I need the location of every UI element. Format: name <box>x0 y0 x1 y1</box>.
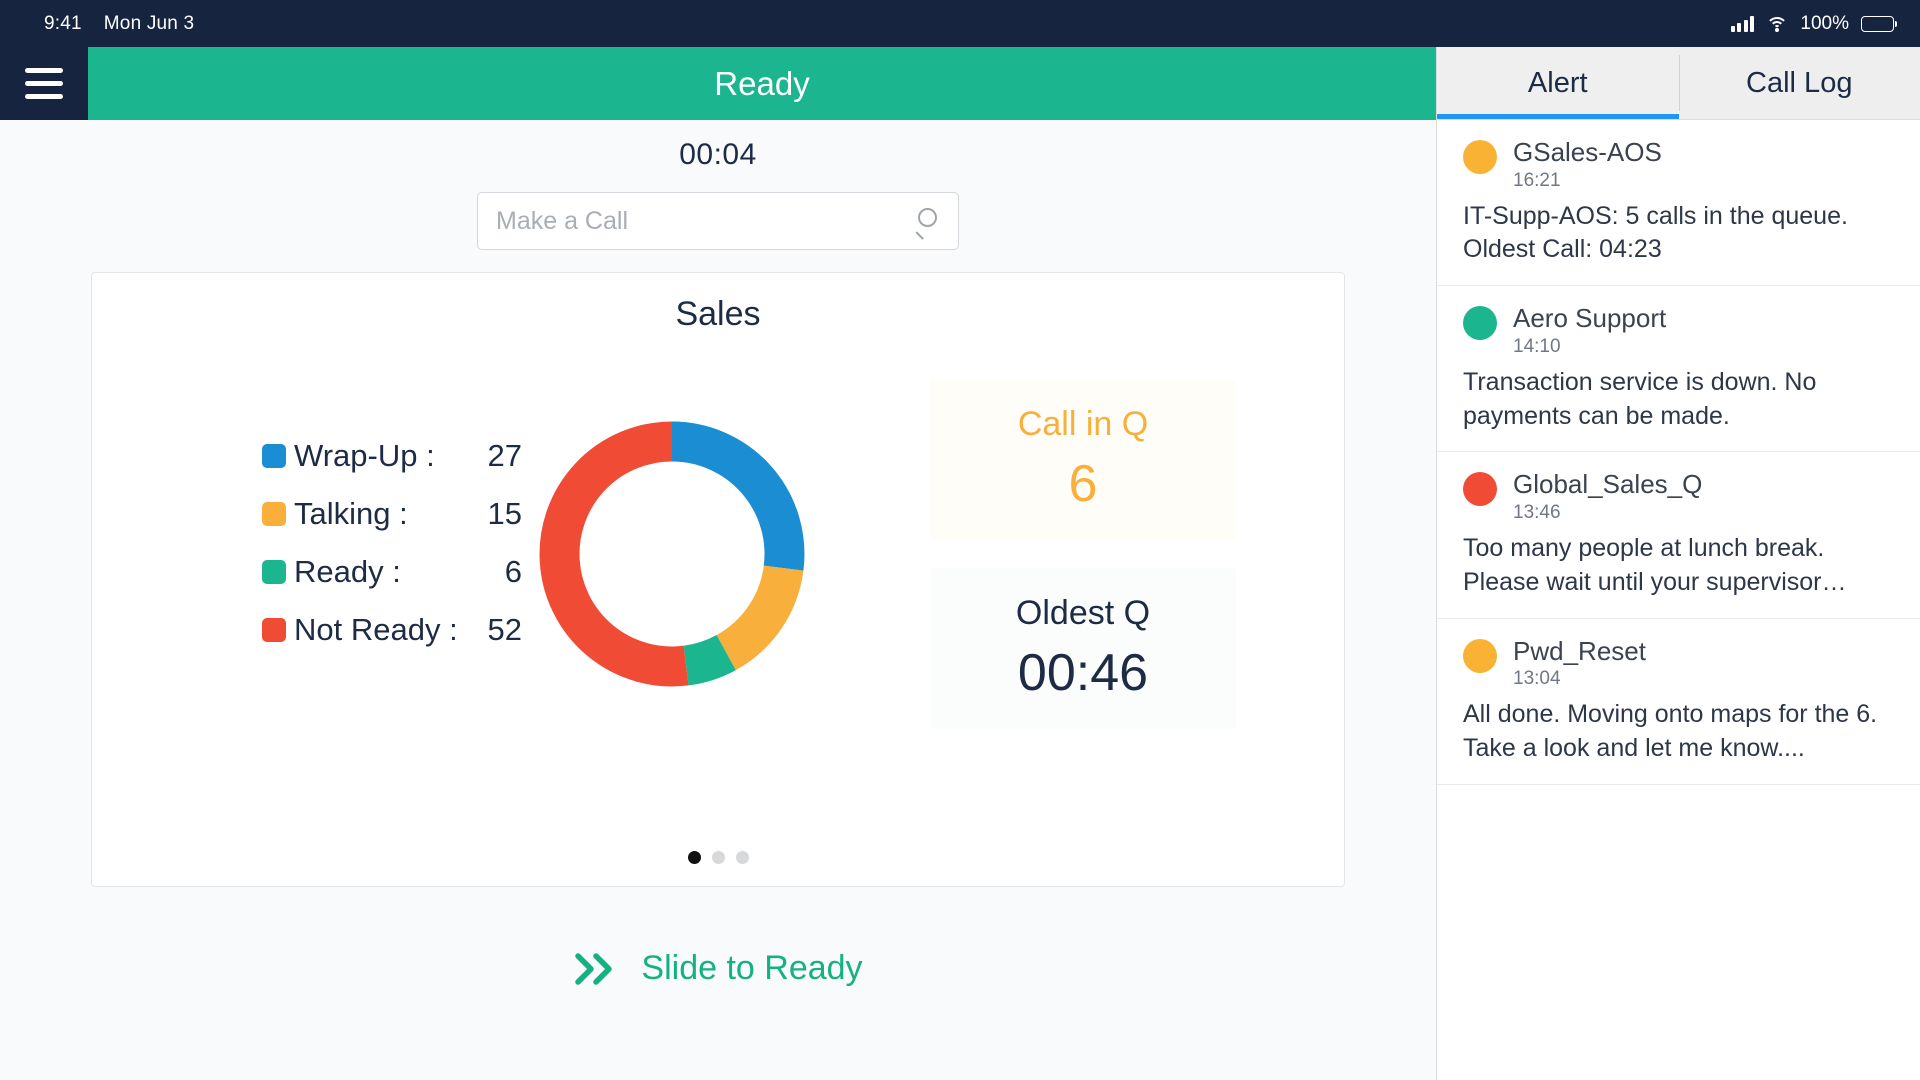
legend-label-ready: Ready : <box>294 554 401 589</box>
alert-message: All done. Moving onto maps for the 6. Ta… <box>1463 700 1878 762</box>
kpi-call-in-queue-value: 6 <box>1068 455 1098 513</box>
kpi-call-in-queue-label: Call in Q <box>1017 405 1149 443</box>
wifi-icon <box>1766 16 1789 32</box>
card-wrap: Sales Wrap-Up : 27 Talking : 15 Ready: … <box>0 250 1436 887</box>
tab-alert-label: Alert <box>1527 66 1588 99</box>
alert-header: Aero Support 14:10 <box>1463 303 1894 358</box>
kpi-column: Call in Q 6 Oldest Q 00:46 <box>822 379 1304 729</box>
donut-chart <box>539 421 805 687</box>
legend-value-ready: 6 <box>504 554 522 589</box>
legend-item-not-ready: Not Ready : 52 <box>262 612 522 648</box>
legend-swatch-not-ready <box>262 618 286 642</box>
side-panel-tabs: Alert Call Log <box>1437 47 1920 120</box>
alert-title: Pwd_Reset <box>1513 635 1646 666</box>
legend-value-talking: 15 <box>487 496 522 531</box>
pagination-dot[interactable] <box>687 851 701 864</box>
tab-call-log[interactable]: Call Log <box>1678 47 1920 119</box>
legend-swatch-ready <box>262 560 286 584</box>
alert-title: Aero Support <box>1513 303 1667 334</box>
donut-slice-wrap-up <box>671 421 805 571</box>
alert-timestamp: 13:46 <box>1513 502 1561 524</box>
pagination-dot[interactable] <box>735 851 749 864</box>
kpi-oldest-queue: Oldest Q 00:46 <box>930 568 1236 729</box>
app-top-bar: Ready <box>0 47 1436 120</box>
kpi-oldest-queue-label: Oldest Q <box>1015 594 1151 632</box>
alert-meta: Global_Sales_Q 13:46 <box>1513 469 1702 524</box>
alert-title: Global_Sales_Q <box>1513 469 1703 500</box>
legend-label-talking: Talking : <box>294 496 408 531</box>
legend-label-not-ready: Not Ready : <box>294 612 458 647</box>
legend-value-not-ready: 52 <box>487 612 522 647</box>
alert-header: Pwd_Reset 13:04 <box>1463 636 1894 691</box>
app-root: 9:41 Mon Jun 3 100% Ready 00:04 Make a C… <box>0 0 1920 1080</box>
donut-chart-wrap <box>522 406 822 702</box>
slide-to-ready-row: Slide to Ready <box>0 887 1436 1080</box>
alert-timestamp: 14:10 <box>1513 335 1561 357</box>
card-pagination-dots[interactable] <box>92 851 1344 864</box>
legend-swatch-wrap-up <box>262 444 286 468</box>
alert-title: GSales-AOS <box>1513 137 1662 167</box>
alert-message: Too many people at lunch break. Please w… <box>1463 534 1847 596</box>
alert-message: Transaction service is down. No payments… <box>1463 367 1817 430</box>
alert-list-item[interactable]: GSales-AOS 16:21 IT-Supp-AOS: 5 calls in t… <box>1437 120 1920 287</box>
agent-status-label: Ready <box>714 64 810 102</box>
alert-status-dot-icon <box>1463 306 1497 341</box>
hamburger-menu-icon <box>25 68 63 99</box>
battery-icon <box>1861 15 1897 32</box>
system-status-bar: 9:41 Mon Jun 3 100% <box>0 0 1920 47</box>
alert-list-item[interactable]: Pwd_Reset 13:04 All done. Moving onto maps… <box>1437 619 1920 785</box>
legend-value-wrap-up: 27 <box>487 438 522 473</box>
slide-to-ready-button[interactable]: Slide to Ready <box>573 949 863 988</box>
card-body: Wrap-Up : 27 Talking : 15 Ready : 6 Not … <box>92 334 1344 774</box>
chart-legend: Wrap-Up : 27 Talking : 15 Ready : 6 Not … <box>132 438 522 670</box>
alert-status-dot-icon <box>1463 638 1497 673</box>
alert-meta: Aero Support 14:10 <box>1513 303 1666 358</box>
alert-timestamp: 16:21 <box>1513 169 1561 191</box>
queue-stats-card: Sales Wrap-Up : 27 Talking : 15 Ready: … <box>91 272 1345 887</box>
alert-status-dot-icon <box>1463 472 1497 507</box>
hamburger-menu-button[interactable] <box>0 47 88 120</box>
tab-call-log-label: Call Log <box>1746 66 1853 99</box>
battery-percent-label: 100% <box>1800 12 1849 34</box>
status-bar-left: 9:41 Mon Jun 3 <box>26 13 194 35</box>
clock-date: Mon Jun 3 <box>103 12 195 34</box>
legend-swatch-talking <box>262 502 286 526</box>
alert-header: GSales-AOS 16:21 <box>1463 137 1894 192</box>
alert-timestamp: 13:04 <box>1513 668 1561 690</box>
search-row <box>0 180 1436 250</box>
search-input[interactable] <box>496 206 914 236</box>
donut-slice-not-ready <box>539 421 689 687</box>
body-wrapper: Ready 00:04 Sales <box>0 47 1920 1080</box>
donut-slice-ready <box>682 634 736 686</box>
main-pane: Ready 00:04 Sales <box>0 47 1437 1080</box>
alert-meta: GSales-AOS 16:21 <box>1513 137 1662 192</box>
donut-slice-talking <box>715 564 804 671</box>
legend-item-talking: Talking : 15 <box>262 496 522 532</box>
side-panel: Alert Call Log GSales-AOS 16:21 IT-Supp-AO… <box>1437 47 1920 1080</box>
search-icon[interactable] <box>914 208 940 240</box>
legend-item-wrap-up: Wrap-Up : 27 <box>262 438 522 474</box>
cellular-signal-icon <box>1730 15 1755 32</box>
legend-label-wrap-up: Wrap-Up : <box>294 438 435 473</box>
kpi-oldest-queue-value: 00:46 <box>1017 644 1149 702</box>
double-chevron-right-icon <box>573 952 619 986</box>
agent-status-bar[interactable]: Ready <box>88 47 1436 120</box>
status-bar-right: 100% <box>1730 12 1897 35</box>
slide-to-ready-label: Slide to Ready <box>641 949 863 987</box>
alert-meta: Pwd_Reset 13:04 <box>1513 636 1646 691</box>
tab-alert[interactable]: Alert <box>1437 47 1679 119</box>
alert-message: IT-Supp-AOS: 5 calls in the queue. Oldes… <box>1463 201 1848 264</box>
alert-list-item[interactable]: Global_Sales_Q 13:46 Too many people at lu… <box>1437 452 1920 619</box>
status-timer: 00:04 <box>679 138 757 171</box>
clock-time: 9:41 <box>44 12 82 34</box>
kpi-call-in-queue: Call in Q 6 <box>930 379 1236 540</box>
pagination-dot[interactable] <box>711 851 725 864</box>
alert-list[interactable]: GSales-AOS 16:21 IT-Supp-AOS: 5 calls in t… <box>1437 120 1920 1080</box>
alert-list-item[interactable]: Aero Support 14:10 Transaction service is … <box>1437 286 1920 453</box>
make-a-call-search-box[interactable] <box>477 192 959 250</box>
legend-item-ready: Ready : 6 <box>262 554 522 590</box>
card-title: Sales <box>675 295 761 333</box>
alert-status-dot-icon <box>1463 140 1497 174</box>
alert-header: Global_Sales_Q 13:46 <box>1463 469 1894 524</box>
